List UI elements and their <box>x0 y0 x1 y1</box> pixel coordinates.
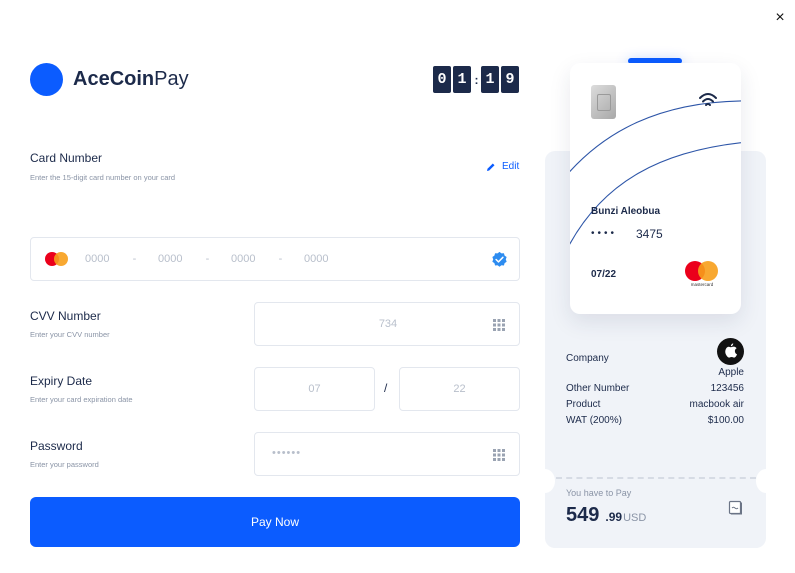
cvv-hint: Enter your CVV number <box>30 330 110 339</box>
company-value: Apple <box>718 367 744 378</box>
total-decimal: .99 <box>605 510 623 524</box>
cvv-placeholder: 734 <box>378 318 398 330</box>
timer-digit: 1 <box>481 66 499 93</box>
verified-check-icon <box>492 251 507 267</box>
expiry-year-input[interactable]: 22 <box>399 367 520 411</box>
close-icon[interactable]: × <box>772 10 788 26</box>
password-hint: Enter your password <box>30 460 99 469</box>
card-number-group: 0000 <box>231 253 256 265</box>
countdown-timer: 0 1 : 1 9 <box>433 66 521 93</box>
group-separator: - <box>205 253 210 265</box>
mastercard-logo-icon: mastercard <box>683 261 723 291</box>
expiry-year-placeholder: 22 <box>453 383 466 395</box>
timer-digit: 9 <box>501 66 519 93</box>
expiry-month-input[interactable]: 07 <box>254 367 375 411</box>
total-currency: USD <box>623 512 647 524</box>
password-input[interactable]: •••••• <box>254 432 520 476</box>
mastercard-icon <box>45 251 71 267</box>
keypad-icon[interactable] <box>493 319 505 331</box>
total-label: You have to Pay <box>566 488 632 498</box>
ticket-notch-left <box>535 469 555 493</box>
brand: AceCoinPay <box>30 63 189 96</box>
total-amount: 549 .99 USD <box>566 504 646 527</box>
group-separator: - <box>132 253 137 265</box>
card-number-input[interactable]: 0000 - 0000 - 0000 - 0000 <box>30 237 520 281</box>
pencil-icon <box>487 163 495 171</box>
contactless-icon <box>699 93 717 106</box>
card-number-hint: Enter the 15-digit card number on your c… <box>30 173 176 182</box>
receipt-icon[interactable] <box>728 500 743 515</box>
brand-name-bold: AceCoin <box>73 68 155 90</box>
card-number-group: 0000 <box>158 253 183 265</box>
summary-row-label: Product <box>566 399 601 410</box>
card-number-group: 0000 <box>304 253 329 265</box>
card-chip-icon <box>591 85 616 119</box>
expiry-hint: Enter your card expiration date <box>30 395 133 404</box>
card-number-groups: 0000 - 0000 - 0000 - 0000 <box>85 253 340 265</box>
brand-logo <box>30 63 63 96</box>
summary-row-value: 123456 <box>710 383 744 394</box>
password-label: Password <box>30 439 83 453</box>
card-last-four: 3475 <box>636 227 663 241</box>
timer-separator: : <box>474 72 479 87</box>
company-label: Company <box>566 353 609 364</box>
card-number-label: Card Number <box>30 151 103 165</box>
expiry-separator: / <box>384 381 388 395</box>
card-number-group: 0000 <box>85 253 110 265</box>
summary-row-value: macbook air <box>689 399 744 410</box>
edit-button[interactable]: Edit <box>486 161 519 172</box>
keypad-icon[interactable] <box>493 449 505 461</box>
apple-logo-icon <box>717 338 744 365</box>
pay-now-button[interactable]: Pay Now <box>30 497 520 547</box>
cvv-label: CVV Number <box>30 309 101 323</box>
card-preview: Bunzi Aleobua •••• 3475 07/22 mastercard <box>570 63 741 314</box>
card-masked-dots: •••• <box>591 228 618 239</box>
brand-name: AceCoinPay <box>73 68 189 91</box>
card-holder-name: Bunzi Aleobua <box>591 206 661 217</box>
summary-row-value: $100.00 <box>707 415 744 426</box>
edit-label: Edit <box>502 161 520 172</box>
ticket-notch-right <box>756 469 776 493</box>
mastercard-wordmark: mastercard <box>690 282 714 287</box>
password-placeholder: •••••• <box>272 447 302 459</box>
expiry-month-placeholder: 07 <box>308 383 321 395</box>
group-separator: - <box>278 253 283 265</box>
total-integer: 549 <box>566 504 600 526</box>
brand-name-light: Pay <box>154 68 189 90</box>
cvv-input[interactable]: 734 <box>254 302 520 346</box>
timer-digit: 0 <box>433 66 451 93</box>
expiry-label: Expiry Date <box>30 374 93 388</box>
card-expiry: 07/22 <box>591 269 617 280</box>
ticket-divider <box>556 477 756 479</box>
timer-digit: 1 <box>453 66 471 93</box>
